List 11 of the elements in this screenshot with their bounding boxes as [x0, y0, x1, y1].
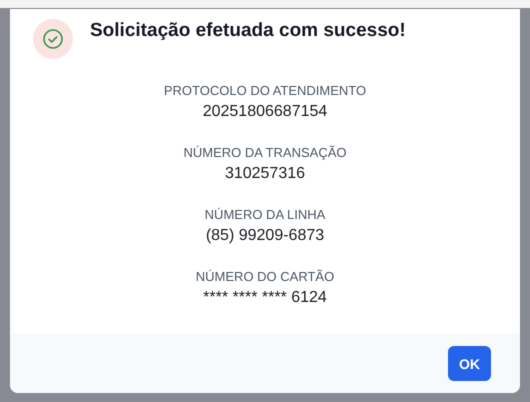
field-label: NÚMERO DA TRANSAÇÃO	[183, 145, 346, 160]
field-value: **** **** **** 6124	[203, 289, 327, 307]
field-value: (85) 99209-6873	[206, 227, 324, 245]
field-label: NÚMERO DO CARTÃO	[196, 269, 334, 284]
check-circle-icon	[33, 19, 73, 59]
field-value: 20251806687154	[202, 103, 328, 121]
ok-button[interactable]: OK	[448, 346, 491, 381]
field-label: NÚMERO DA LINHA	[204, 207, 326, 222]
dialog-title: Solicitação efetuada com sucesso!	[90, 20, 406, 42]
field-value: 310257316	[224, 165, 306, 183]
field-label: PROTOCOLO DO ATENDIMENTO	[164, 83, 366, 98]
